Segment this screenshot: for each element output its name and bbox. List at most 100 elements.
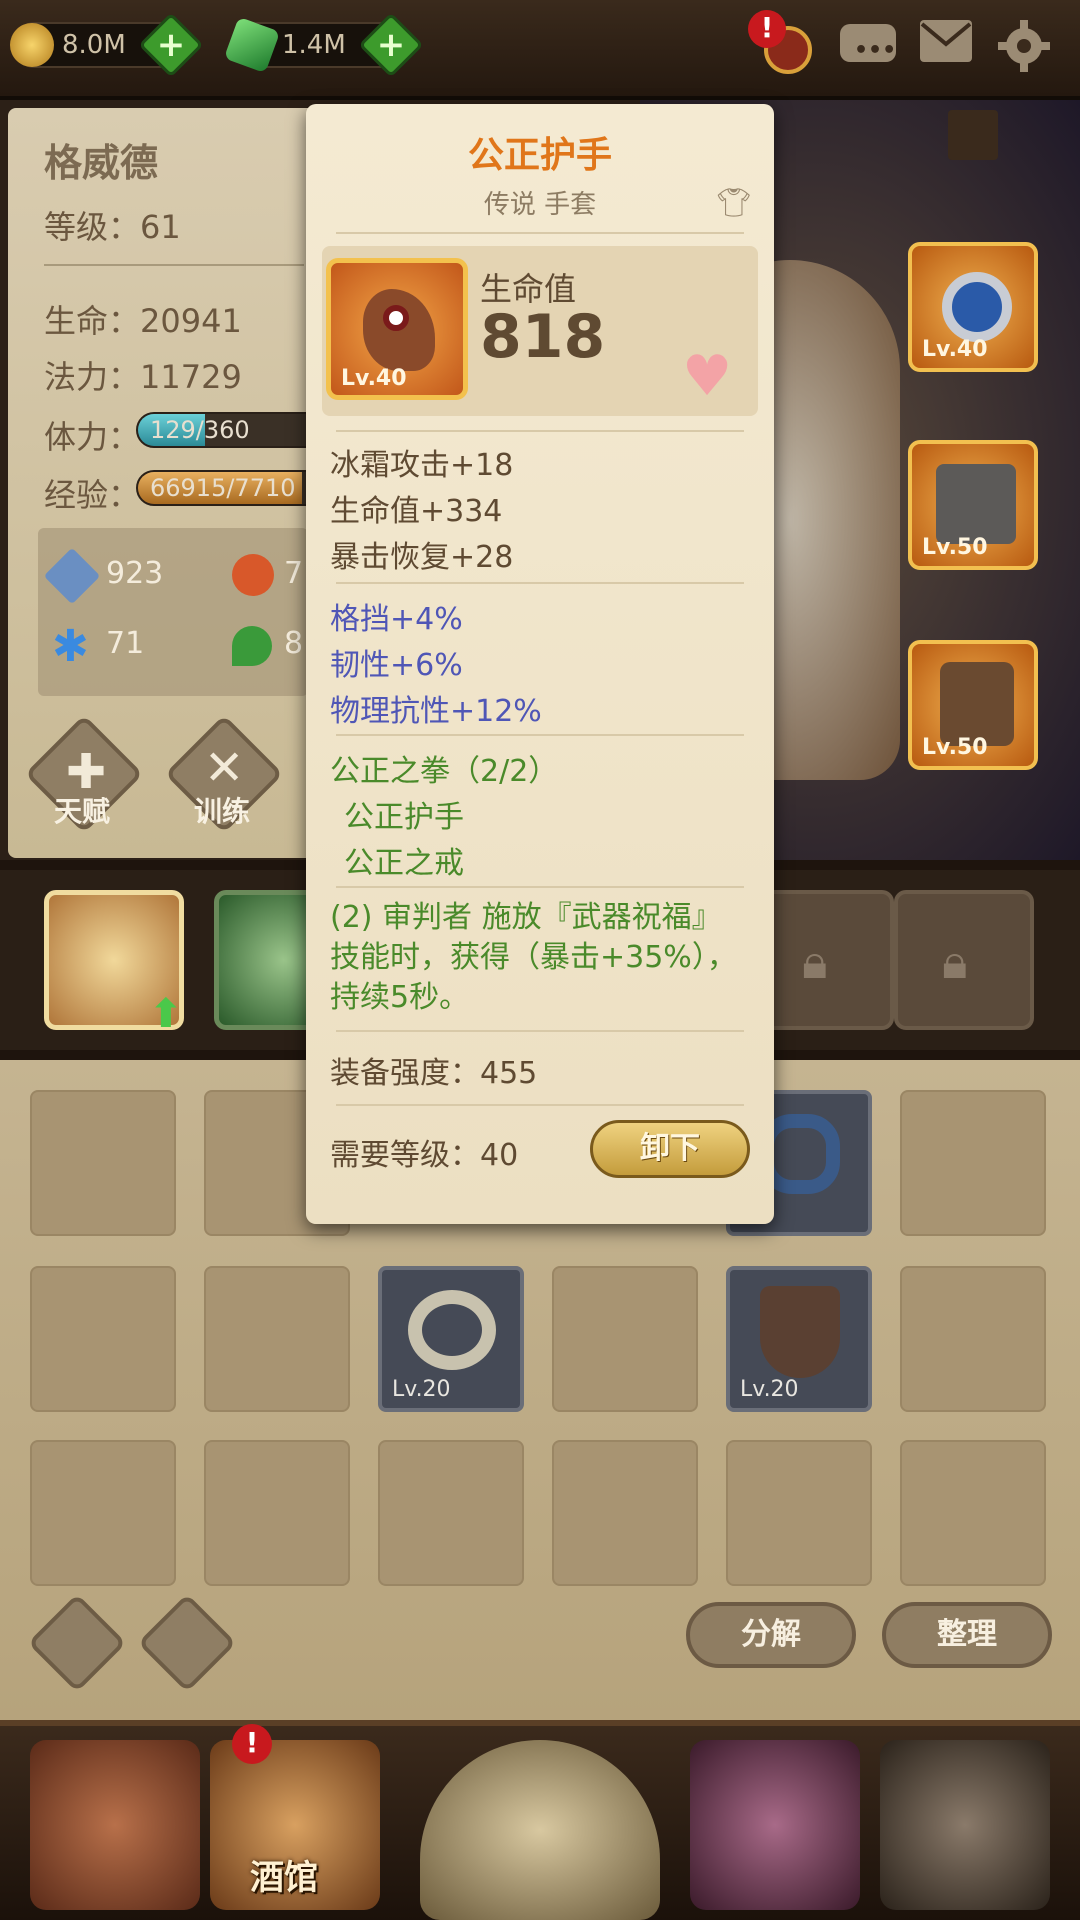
hero-hp: 生命：20941 [44,302,242,340]
add-gems-button[interactable]: + [358,12,424,78]
exp-bar: 66915/7710 [136,470,326,506]
nav-tavern-label: 酒馆 [250,1858,318,1898]
exp-label: 经验： [44,476,141,514]
item-power: 装备强度：455 [330,1056,538,1091]
gem-counter: 1.4M + [223,12,424,78]
boots-slot[interactable]: Lv.50 [908,640,1038,770]
shirt-icon: 👕︎ [716,186,752,219]
base-stat: 暴击恢复+28 [330,540,514,575]
hero-card-locked[interactable]: 🔒︎ [754,890,894,1030]
add-gold-button[interactable]: + [138,12,204,78]
base-stat: 生命值+334 [330,494,503,529]
inventory-slot[interactable] [726,1440,872,1586]
stamina-bar: 129/360 [136,412,326,448]
inventory-slot[interactable] [900,1440,1046,1586]
frost-value: 71 [106,626,145,661]
inventory-slot[interactable] [30,1440,176,1586]
ring-slot[interactable]: Lv.40 [908,242,1038,372]
item-subtitle: 传说 手套 [483,190,597,220]
poison-value: 8 [284,626,304,661]
mail-icon [920,20,972,62]
item-icon: Lv.40 [326,258,468,400]
stamina-value: 129/360 [150,416,250,444]
hero-card-selected[interactable]: ⬆ [44,890,184,1037]
item-level: Lv.20 [740,1377,799,1402]
inventory-slot[interactable] [204,1440,350,1586]
unequip-button[interactable]: 卸下 [590,1120,750,1178]
required-level: 需要等级：40 [330,1138,519,1173]
stamina-label: 体力： [44,418,141,456]
inventory-slot[interactable] [900,1090,1046,1236]
gear-icon [998,20,1050,72]
hero-name: 格威德 [44,141,159,185]
inventory-slot[interactable] [30,1266,176,1412]
sort-button[interactable]: 整理 [882,1602,1052,1668]
ring-icon [942,272,1012,342]
plus-icon: + [376,25,406,65]
item-level: Lv.40 [341,366,407,391]
inventory-slot[interactable] [552,1440,698,1586]
item-tooltip: 公正护手 传说 手套 👕︎ Lv.40 生命值 818 ♥ 冰霜攻击+18 生命… [306,104,774,1224]
nav-home[interactable] [30,1740,200,1910]
event-button[interactable]: ! [748,10,812,74]
item-title: 公正护手 [467,135,612,176]
gem-icon [223,16,281,74]
gold-value: 8.0M [62,30,126,60]
hero-card-locked[interactable]: 🔒︎ [894,890,1034,1030]
settings-button[interactable] [996,18,1056,74]
slot-level: Lv.40 [922,337,988,362]
lock-icon: 🔒︎ [802,934,828,990]
inventory-slot[interactable] [552,1266,698,1412]
talent-label: 天赋 [54,795,111,828]
slot-level: Lv.50 [922,535,988,560]
armor-icon [936,464,1016,544]
set-item: 公正护手 [344,800,464,835]
gem-value: 1.4M [282,30,346,60]
main-stat-value: 818 [480,302,606,372]
bonus-stat: 物理抗性+12% [330,694,542,729]
plus-icon: + [156,25,186,65]
alert-badge-icon: ! [232,1724,272,1764]
poison-icon [232,626,272,666]
training-label: 训练 [194,795,251,828]
slot-level: Lv.50 [922,735,988,760]
set-name: 公正之拳（2/2） [330,754,559,789]
gold-coin-icon [10,23,54,67]
item-level: Lv.20 [392,1377,451,1402]
shield-icon [760,1286,840,1378]
set-effect: (2) 审判者 施放『武器祝福』技能时，获得（暴击+35%），持续5秒。 [330,900,737,1015]
bonus-stat: 格挡+4% [330,602,463,637]
bonus-stat: 韧性+6% [330,648,463,683]
hero-level: 等级：61 [44,208,181,246]
mail-button[interactable] [918,18,978,74]
nav-chest[interactable] [690,1740,860,1910]
ring-icon [408,1290,496,1370]
set-item: 公正之戒 [344,846,464,881]
fire-icon [232,554,274,596]
inventory-slot[interactable] [900,1266,1046,1412]
lock-icon: 🔒︎ [942,934,968,990]
top-bar: 8.0M + 1.4M + ! ••• [0,0,1080,100]
eye-icon [383,305,409,331]
frost-icon: ✱ [52,621,89,672]
upgrade-arrow-icon: ⬆ [149,991,183,1037]
bookmark-icon[interactable] [948,110,998,160]
inventory-slot[interactable] [30,1090,176,1236]
bracer-icon [940,662,1014,746]
hero-mp: 法力：11729 [44,358,242,396]
fire-value: 7 [284,556,304,591]
crossed-swords-icon: ✕ [204,740,245,796]
chat-button[interactable]: ••• [838,18,898,74]
armor-slot[interactable]: Lv.50 [908,440,1038,570]
inventory-slot[interactable] [378,1440,524,1586]
dismantle-button[interactable]: 分解 [686,1602,856,1668]
inventory-slot-item[interactable]: Lv.20 [378,1266,524,1412]
attack-value: 923 [106,556,164,591]
nav-forge[interactable] [880,1740,1050,1910]
alert-badge-icon: ! [748,10,786,48]
inventory-slot-item[interactable]: Lv.20 [726,1266,872,1412]
exp-value: 66915/7710 [150,474,296,502]
inventory-slot[interactable] [204,1266,350,1412]
gold-counter: 8.0M + [10,12,204,78]
base-stat: 冰霜攻击+18 [330,448,514,483]
